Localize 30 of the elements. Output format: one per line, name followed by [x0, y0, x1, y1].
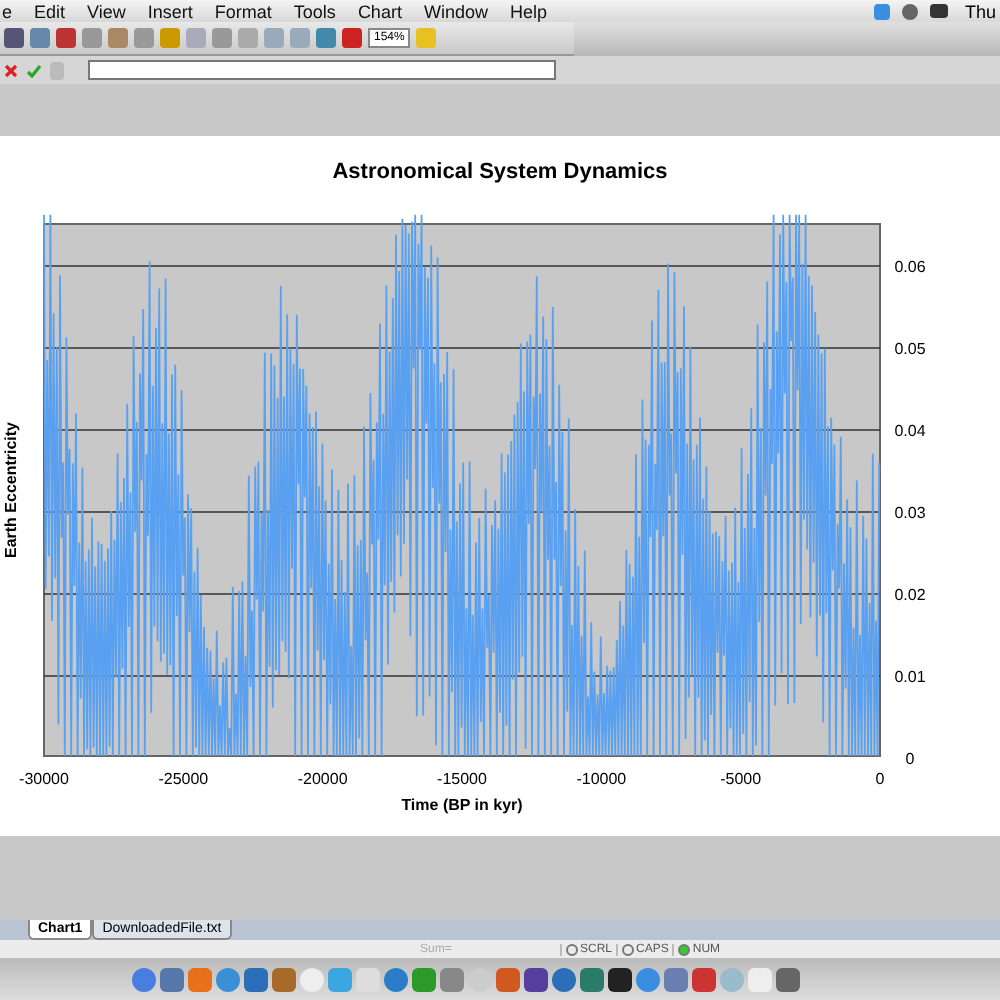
menu-item[interactable]: Chart — [357, 1, 402, 21]
menu-item[interactable]: Tools — [293, 1, 336, 21]
axis-tick-label: -5000 — [720, 770, 762, 788]
axis-tick-label: -10000 — [576, 770, 627, 788]
axis-tick-label: -30000 — [19, 770, 69, 788]
menu-item[interactable]: e — [2, 1, 13, 21]
axis-tick-label: 0.01 — [894, 668, 926, 686]
menu-item[interactable]: Help — [509, 1, 547, 21]
cancel-icon[interactable] — [4, 63, 18, 77]
menu-item[interactable]: Format — [214, 1, 272, 21]
axis-tick-label: 0.04 — [894, 422, 926, 440]
axis-tick-label: 0.05 — [894, 340, 926, 358]
axis-tick-label: 0 — [905, 750, 915, 768]
axis-tick-label: 0.02 — [894, 586, 926, 604]
chart-title: Astronomical System Dynamics — [330, 160, 670, 184]
axis-title: Time (BP in kyr) — [401, 796, 523, 814]
formula-field[interactable] — [88, 60, 556, 80]
axis-tick-label: 0.03 — [894, 504, 926, 522]
axis-tick-label: 0 — [875, 770, 885, 788]
axis-tick-label: -20000 — [297, 770, 348, 788]
axis-tick-label: 0.06 — [894, 258, 926, 276]
menu-clock: Thu — [964, 1, 996, 21]
check-icon[interactable] — [26, 63, 42, 77]
axis-tick-label: -25000 — [158, 770, 209, 788]
menu-item[interactable]: Edit — [34, 1, 66, 21]
menu-item[interactable]: Window — [423, 1, 488, 21]
menu-item[interactable]: Insert — [147, 1, 193, 21]
menu-item[interactable]: View — [87, 1, 126, 21]
axis-title: Earth Eccentricity — [2, 421, 20, 559]
axis-tick-label: -15000 — [437, 770, 487, 788]
